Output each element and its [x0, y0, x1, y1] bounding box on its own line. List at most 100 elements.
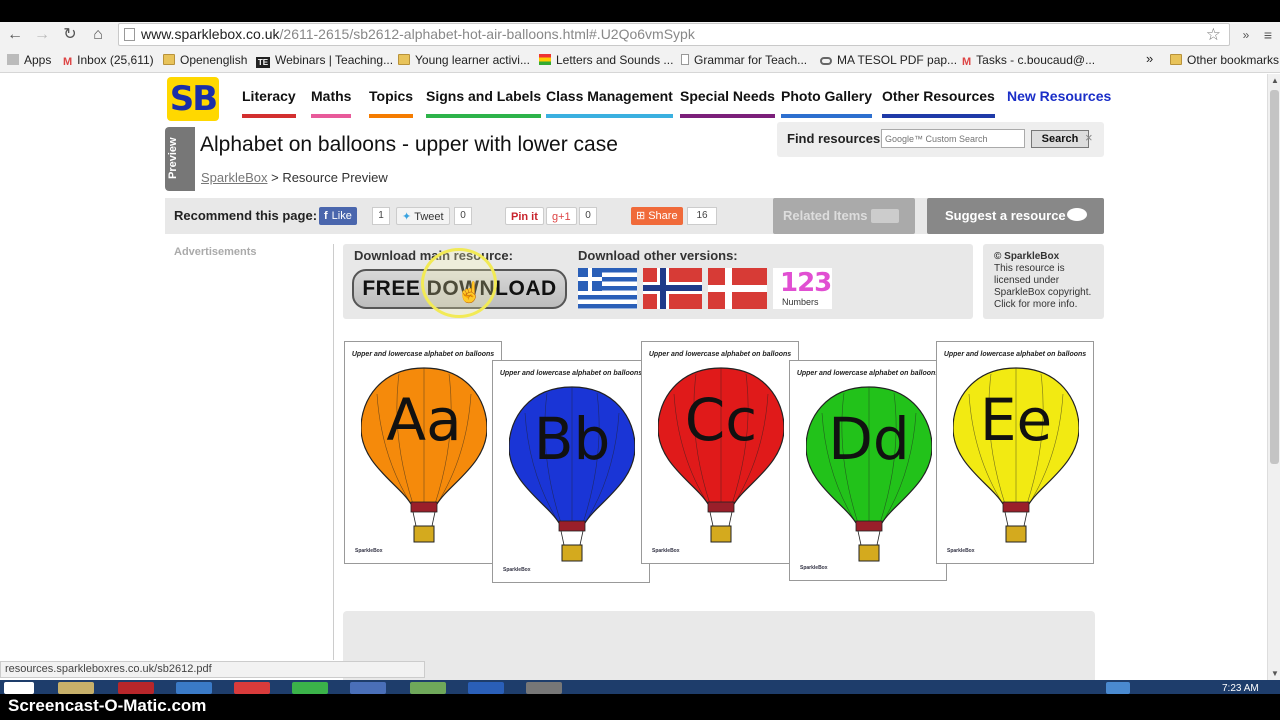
- search-button[interactable]: Search: [1031, 130, 1089, 148]
- suggest-resource-button[interactable]: Suggest a resource: [927, 198, 1104, 234]
- gmail-icon: M: [63, 56, 73, 68]
- bookmark-label: Other bookmarks: [1187, 53, 1280, 67]
- bookmark-openenglish[interactable]: Openenglish: [163, 53, 247, 67]
- menu-icon[interactable]: ≡: [1258, 25, 1278, 45]
- nav-new-resources[interactable]: New Resources: [1007, 88, 1111, 112]
- link-icon: [820, 57, 832, 65]
- breadcrumb: SparkleBox > Resource Preview: [201, 170, 388, 185]
- back-icon[interactable]: ←: [5, 25, 25, 45]
- balloon-letter: Ee: [979, 386, 1053, 454]
- bookmark-letters-sounds[interactable]: Letters and Sounds ...: [539, 53, 673, 67]
- bookmark-grammar[interactable]: Grammar for Teach...: [681, 53, 807, 67]
- bookmark-label: Young learner activi...: [415, 53, 530, 67]
- like-count: 1: [372, 207, 390, 225]
- balloon-letter: Cc: [684, 386, 758, 454]
- home-icon[interactable]: ⌂: [88, 25, 108, 45]
- nav-photo-gallery[interactable]: Photo Gallery: [781, 88, 873, 118]
- page-scrollbar[interactable]: ▲ ▼: [1267, 74, 1280, 680]
- tweet-button[interactable]: ✦ Tweet: [396, 207, 450, 225]
- nav-other-resources[interactable]: Other Resources: [882, 88, 995, 118]
- search-input[interactable]: [881, 129, 1025, 148]
- page-title: Alphabet on balloons - upper with lower …: [200, 133, 618, 156]
- address-bar[interactable]: www.sparklebox.co.uk/2611-2615/sb2612-al…: [118, 23, 1230, 46]
- preview-caption: Upper and lowercase alphabet on balloons: [796, 370, 940, 377]
- nav-color-bar: [882, 114, 995, 118]
- scrollbar-thumb[interactable]: [1270, 90, 1279, 464]
- sparklebox-logo[interactable]: SB: [167, 77, 219, 121]
- chrome-icon[interactable]: [292, 682, 328, 694]
- app-icon[interactable]: [410, 682, 446, 694]
- screen-top-strip: [0, 0, 1280, 22]
- nav-literacy[interactable]: Literacy: [242, 88, 296, 118]
- like-label: Like: [331, 210, 352, 222]
- bookmark-label: Grammar for Teach...: [694, 53, 808, 67]
- numbers-version-button[interactable]: 123 Numbers: [773, 268, 832, 309]
- license-line: Click for more info.: [994, 299, 1078, 310]
- preview-caption: Upper and lowercase alphabet on balloons: [648, 351, 792, 358]
- bookmark-webinars[interactable]: TE Webinars | Teaching...: [256, 53, 393, 68]
- app-icon[interactable]: [118, 682, 154, 694]
- bookmark-label: Letters and Sounds ...: [556, 53, 674, 67]
- preview-page-c[interactable]: Upper and lowercase alphabet on balloons…: [641, 341, 799, 564]
- nav-label: Special Needs: [680, 88, 775, 104]
- balloon-letter: Dd: [828, 405, 910, 473]
- scroll-up-icon[interactable]: ▲: [1271, 76, 1279, 85]
- sidebar-divider: [333, 244, 334, 660]
- bookmark-other[interactable]: Other bookmarks: [1170, 53, 1279, 67]
- norwegian-version-flag-icon[interactable]: [643, 268, 702, 309]
- page-icon: [681, 54, 689, 65]
- danish-version-flag-icon[interactable]: [708, 268, 767, 309]
- browser-icon[interactable]: [176, 682, 212, 694]
- word-icon[interactable]: [468, 682, 504, 694]
- download-other-label: Download other versions:: [578, 248, 738, 263]
- more-bookmarks-chevron[interactable]: »: [1146, 51, 1153, 66]
- nav-special-needs[interactable]: Special Needs: [680, 88, 775, 118]
- nav-topics[interactable]: Topics: [369, 88, 414, 118]
- gplus-button[interactable]: g+1: [546, 207, 577, 225]
- preview-page-a[interactable]: Upper and lowercase alphabet on balloons…: [344, 341, 502, 564]
- folder-icon: [1170, 54, 1182, 65]
- greek-version-flag-icon[interactable]: [578, 268, 637, 309]
- flag-icon: [539, 54, 551, 65]
- share-button[interactable]: ⊞ Share: [631, 207, 683, 225]
- bookmark-inbox[interactable]: M Inbox (25,611): [63, 53, 154, 68]
- recommend-label: Recommend this page:: [174, 208, 318, 223]
- app-icon[interactable]: [526, 682, 562, 694]
- preview-page-b[interactable]: Upper and lowercase alphabet on balloons…: [492, 360, 650, 583]
- breadcrumb-link-sparklebox[interactable]: SparkleBox: [201, 170, 267, 185]
- breadcrumb-current: Resource Preview: [282, 170, 388, 185]
- reload-icon[interactable]: ↻: [60, 25, 80, 45]
- speech-bubble-icon: [1067, 208, 1087, 221]
- bookmark-label: MA TESOL PDF pap...: [837, 53, 958, 67]
- pinit-button[interactable]: Pin it: [505, 207, 544, 225]
- tweet-count: 0: [454, 207, 472, 225]
- preview-page-d[interactable]: Upper and lowercase alphabet on balloons…: [789, 360, 947, 581]
- app-icon[interactable]: [350, 682, 386, 694]
- preview-footer: SparkleBox: [947, 548, 975, 554]
- close-icon[interactable]: ×: [1085, 130, 1093, 145]
- nav-class-management[interactable]: Class Management: [546, 88, 673, 118]
- tray-icon[interactable]: [1106, 682, 1130, 694]
- bookmark-apps[interactable]: Apps: [7, 53, 51, 67]
- scroll-down-icon[interactable]: ▼: [1271, 669, 1279, 678]
- license-box[interactable]: © SparkleBox This resource is licensed u…: [983, 244, 1104, 319]
- bookmark-label: Openenglish: [180, 53, 248, 67]
- bookmark-tasks[interactable]: M Tasks - c.boucaud@...: [962, 53, 1095, 68]
- app-icon[interactable]: [234, 682, 270, 694]
- forward-icon[interactable]: →: [32, 25, 52, 45]
- extensions-chevron-icon[interactable]: »: [1236, 25, 1256, 45]
- facebook-like-button[interactable]: f Like: [319, 207, 357, 225]
- bookmark-ma-tesol[interactable]: MA TESOL PDF pap...: [820, 53, 957, 67]
- preview-page-e[interactable]: Upper and lowercase alphabet on balloons…: [936, 341, 1094, 564]
- preview-tab[interactable]: Preview: [165, 127, 195, 191]
- bookmark-young-learner[interactable]: Young learner activi...: [398, 53, 530, 67]
- nav-color-bar: [426, 114, 542, 118]
- bookmark-star-icon[interactable]: ☆: [1206, 24, 1221, 45]
- nav-signs-labels[interactable]: Signs and Labels: [426, 88, 542, 118]
- nav-label: Photo Gallery: [781, 88, 873, 104]
- preview-caption: Upper and lowercase alphabet on balloons: [943, 351, 1087, 358]
- related-items-button[interactable]: Related Items: [773, 198, 915, 234]
- nav-maths[interactable]: Maths: [311, 88, 352, 118]
- start-icon[interactable]: [4, 682, 34, 694]
- explorer-icon[interactable]: [58, 682, 94, 694]
